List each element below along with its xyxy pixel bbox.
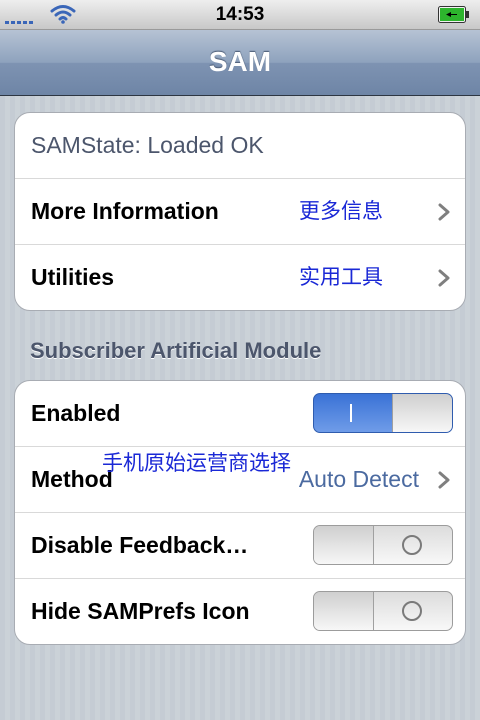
more-information-annotation: 更多信息	[299, 200, 383, 223]
status-time: 14:53	[215, 4, 265, 25]
utilities-annotation: 实用工具	[299, 266, 383, 289]
toggle-knob	[314, 592, 374, 630]
hide-icon-label: Hide SAMPrefs Icon	[31, 598, 250, 624]
disable-feedback-row: Disable Feedback…	[15, 513, 465, 579]
enabled-toggle[interactable]	[313, 393, 453, 433]
utilities-row[interactable]: Utilities 实用工具	[15, 245, 465, 310]
toggle-knob	[314, 526, 374, 564]
hide-icon-toggle[interactable]	[313, 591, 453, 631]
method-annotation: 手机原始运营商选择	[102, 452, 291, 475]
section-header: Subscriber Artificial Module	[30, 338, 322, 363]
enabled-row: Enabled	[15, 381, 465, 447]
utilities-label: Utilities	[31, 264, 115, 290]
sam-state-text: SAMState: Loaded OK	[31, 132, 264, 158]
battery-charging-icon	[438, 6, 469, 23]
navigation-bar: SAM	[0, 30, 480, 96]
disable-feedback-toggle[interactable]	[313, 525, 453, 565]
enabled-label: Enabled	[31, 400, 121, 426]
toggle-knob	[392, 394, 452, 432]
settings-group: Enabled Method Auto Detect Disable Feedb…	[14, 380, 466, 645]
info-group: SAMState: Loaded OK More Information 更多信…	[14, 112, 466, 311]
hide-icon-row: Hide SAMPrefs Icon	[15, 579, 465, 644]
more-information-row[interactable]: More Information 更多信息	[15, 179, 465, 245]
status-bar: 14:53	[0, 0, 480, 30]
disable-feedback-label: Disable Feedback…	[31, 532, 249, 558]
method-label: Method	[31, 466, 113, 492]
method-value: Auto Detect	[298, 466, 419, 492]
off-indicator-icon	[402, 601, 422, 621]
off-indicator-icon	[402, 535, 422, 555]
on-indicator-icon	[350, 404, 352, 422]
chevron-right-icon	[438, 269, 450, 287]
chevron-right-icon	[438, 203, 450, 221]
page-title: SAM	[208, 46, 272, 77]
sam-state-row: SAMState: Loaded OK	[15, 113, 465, 179]
more-information-label: More Information	[31, 198, 219, 224]
chevron-right-icon	[438, 471, 450, 489]
